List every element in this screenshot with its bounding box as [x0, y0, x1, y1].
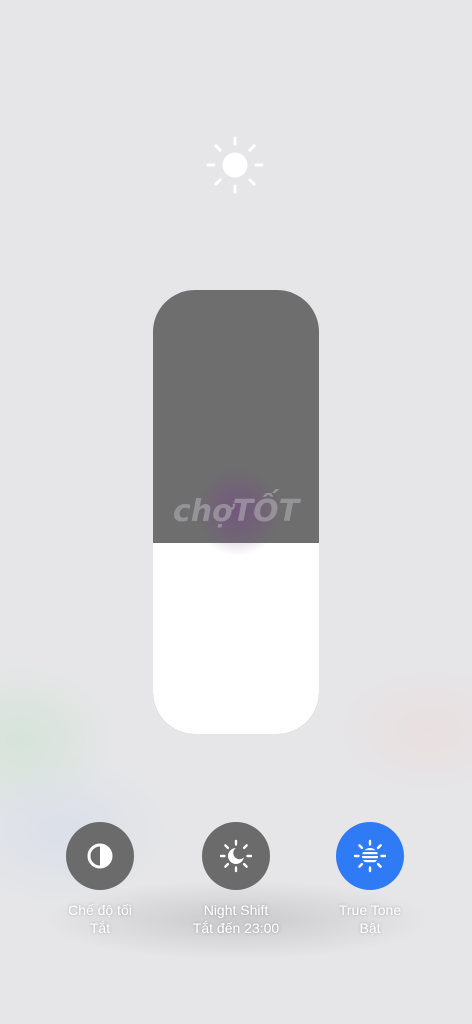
true-tone-status: Bật	[359, 920, 381, 936]
night-shift-status: Tắt đến 23:00	[192, 920, 280, 936]
dark-mode-button[interactable]	[66, 822, 134, 890]
true-tone-control: True Tone Bật	[300, 822, 440, 937]
dark-mode-control: Chế độ tối Tắt	[30, 822, 170, 937]
true-tone-icon	[353, 839, 387, 873]
dark-mode-label: Chế độ tối	[68, 902, 132, 918]
night-shift-icon	[219, 839, 253, 873]
night-shift-label: Night Shift	[203, 902, 269, 918]
dark-mode-status: Tắt	[89, 920, 111, 936]
brightness-slider[interactable]	[153, 290, 319, 734]
dark-mode-icon	[87, 843, 113, 869]
true-tone-button[interactable]	[336, 822, 404, 890]
night-shift-button[interactable]	[202, 822, 270, 890]
display-controls: Chế độ tối Tắt Night Shift Tắt đến 23:00…	[0, 822, 472, 952]
brightness-slider-fill	[153, 543, 319, 734]
night-shift-control: Night Shift Tắt đến 23:00	[166, 822, 306, 937]
true-tone-label: True Tone	[338, 902, 402, 918]
sun-icon	[206, 136, 264, 194]
